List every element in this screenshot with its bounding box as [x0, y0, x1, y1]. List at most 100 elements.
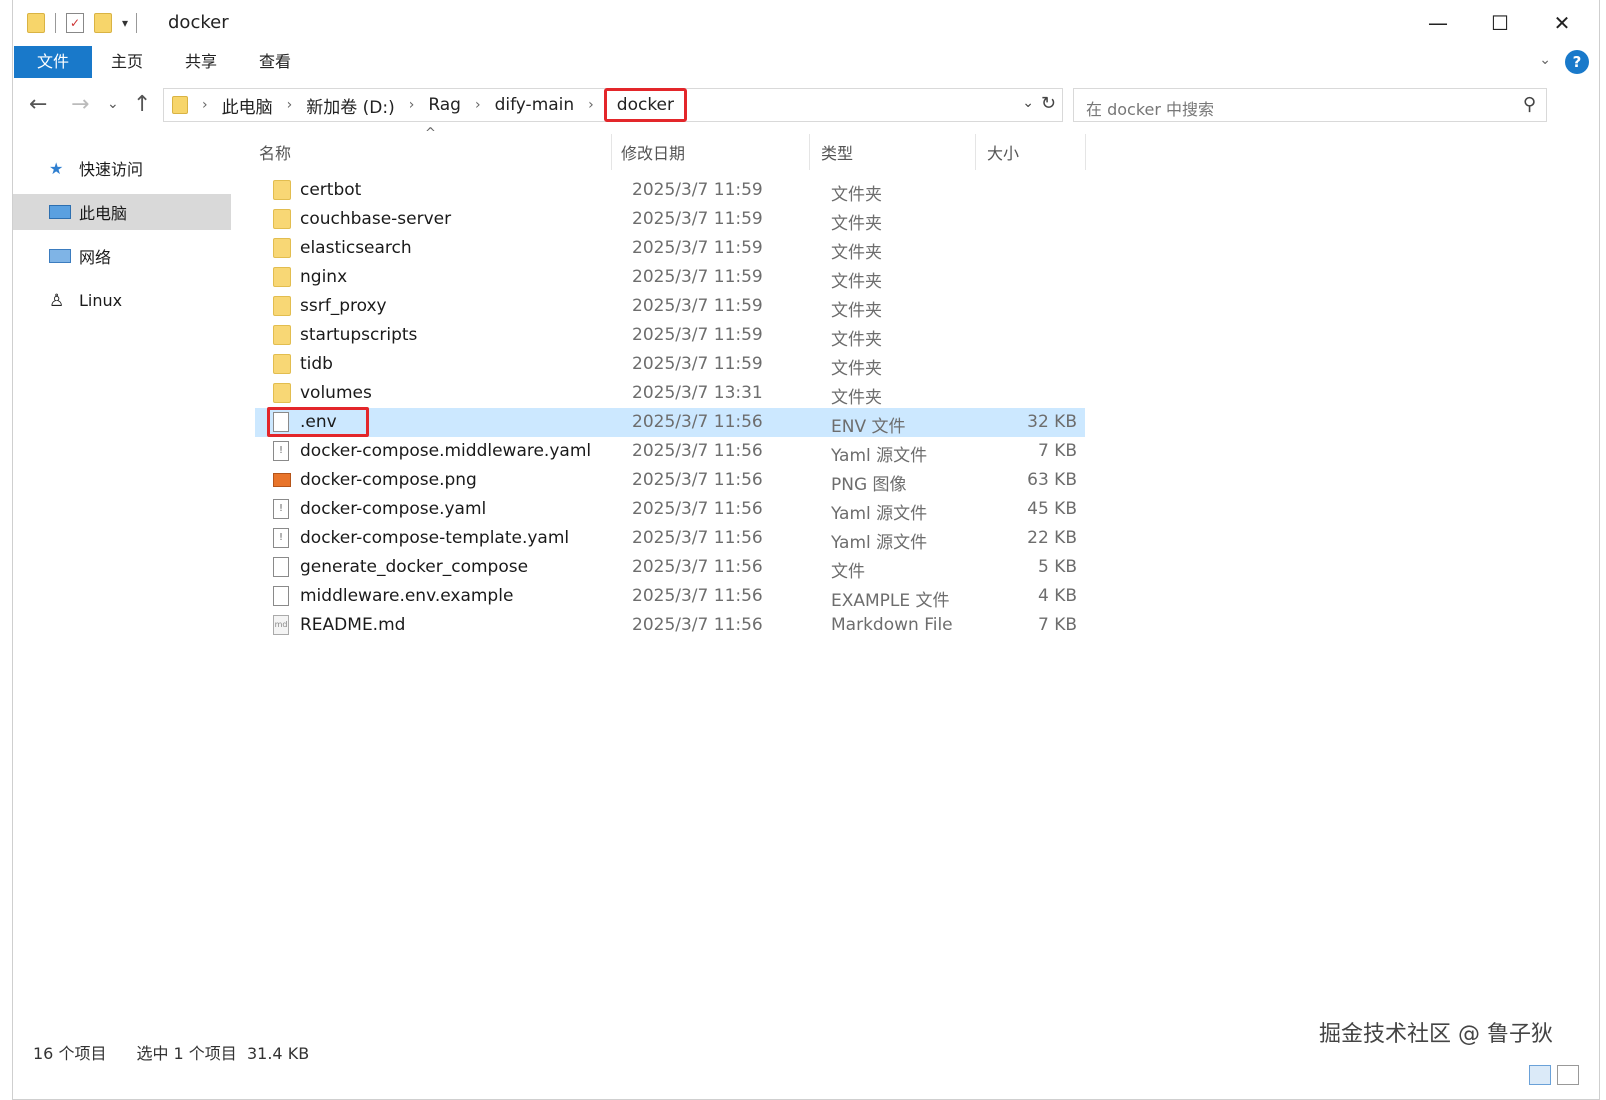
minimize-button[interactable]: —	[1413, 6, 1463, 40]
file-type: Markdown File	[831, 615, 953, 635]
chevron-right-icon[interactable]: ›	[588, 97, 594, 113]
file-date: 2025/3/7 11:59	[632, 325, 763, 345]
address-history-icon[interactable]: ⌄	[1022, 95, 1034, 111]
close-button[interactable]: ✕	[1537, 6, 1587, 40]
tab-file[interactable]: 文件	[14, 46, 92, 78]
file-date: 2025/3/7 11:56	[632, 586, 763, 606]
chevron-right-icon[interactable]: ›	[202, 97, 208, 113]
file-name: .env	[300, 412, 337, 432]
maximize-button[interactable]: ☐	[1475, 6, 1525, 40]
up-arrow-icon[interactable]: ↑	[133, 92, 151, 117]
search-placeholder: 在 docker 中搜索	[1086, 100, 1215, 119]
file-type: 文件夹	[831, 272, 882, 292]
file-type: 文件	[831, 562, 865, 582]
back-arrow-icon[interactable]: ←	[29, 92, 47, 117]
breadcrumb-rag[interactable]: Rag	[428, 95, 461, 115]
file-date: 2025/3/7 11:59	[632, 180, 763, 200]
tab-view[interactable]: 查看	[247, 46, 303, 78]
file-row[interactable]: nginx 2025/3/7 11:59 文件夹	[255, 263, 1085, 292]
sidebar-item-this-pc[interactable]: 此电脑	[13, 194, 231, 230]
file-date: 2025/3/7 11:56	[632, 528, 763, 548]
sidebar-item-label: Linux	[79, 290, 123, 310]
file-row[interactable]: tidb 2025/3/7 11:59 文件夹	[255, 350, 1085, 379]
file-name: middleware.env.example	[300, 586, 514, 606]
file-row[interactable]: ssrf_proxy 2025/3/7 11:59 文件夹	[255, 292, 1085, 321]
file-name: docker-compose.middleware.yaml	[300, 441, 592, 461]
file-row[interactable]: middleware.env.example 2025/3/7 11:56 EXAM…	[255, 582, 1085, 611]
file-date: 2025/3/7 11:59	[632, 354, 763, 374]
breadcrumb-drive-d[interactable]: 新加卷 (D:)	[306, 93, 395, 118]
customize-toolbar-icon[interactable]: ▾	[122, 16, 128, 30]
chevron-right-icon[interactable]: ›	[409, 97, 415, 113]
chevron-right-icon[interactable]: ›	[475, 97, 481, 113]
ribbon-tabs: 文件 主页 共享 查看 ⌄ ?	[13, 46, 1599, 80]
file-row[interactable]: ! docker-compose.middleware.yaml 2025/3/7 …	[255, 437, 1085, 466]
file-size: 4 KB	[1037, 586, 1077, 606]
file-list: ^ 名称 修改日期 类型 大小 certbot 2025/3/7 11:59 文件夹…	[255, 126, 1086, 640]
sidebar-item-label: 快速访问	[79, 160, 144, 179]
address-bar[interactable]: › 此电脑 › 新加卷 (D:) › Rag › dify-main › doc…	[163, 88, 1063, 122]
file-row[interactable]: ! docker-compose.yaml 2025/3/7 11:56 Yaml 源…	[255, 495, 1085, 524]
file-row[interactable]: generate_docker_compose 2025/3/7 11:56 文件 5…	[255, 553, 1085, 582]
chevron-right-icon[interactable]: ›	[287, 97, 293, 113]
file-name: startupscripts	[300, 325, 418, 345]
new-folder-icon[interactable]	[94, 13, 112, 33]
breadcrumb-docker[interactable]: docker	[603, 88, 688, 122]
file-name: tidb	[300, 354, 333, 374]
selection-size: 31.4 KB	[246, 1044, 310, 1063]
column-divider[interactable]	[809, 134, 810, 170]
file-name: generate_docker_compose	[300, 557, 529, 577]
column-header-type[interactable]: 类型	[821, 140, 853, 164]
search-input[interactable]: 在 docker 中搜索 ⚲	[1073, 88, 1547, 122]
folder-icon	[273, 325, 291, 345]
file-date: 2025/3/7 11:59	[632, 267, 763, 287]
column-divider[interactable]	[1085, 134, 1086, 170]
expand-ribbon-icon[interactable]: ⌄	[1539, 52, 1551, 68]
search-icon[interactable]: ⚲	[1523, 94, 1536, 115]
column-header-date[interactable]: 修改日期	[621, 140, 685, 164]
tab-home[interactable]: 主页	[99, 46, 155, 78]
properties-icon[interactable]: ✓	[66, 13, 84, 33]
file-size: 45 KB	[1027, 499, 1077, 519]
file-row[interactable]: docker-compose.png 2025/3/7 11:56 PNG 图像 63…	[255, 466, 1085, 495]
file-type: Yaml 源文件	[831, 533, 928, 553]
file-row[interactable]: elasticsearch 2025/3/7 11:59 文件夹	[255, 234, 1085, 263]
column-divider[interactable]	[975, 134, 976, 170]
forward-arrow-icon[interactable]: →	[71, 92, 89, 117]
breadcrumb-this-pc[interactable]: 此电脑	[222, 93, 273, 118]
sidebar-item-linux[interactable]: ♙ Linux	[13, 282, 231, 318]
breadcrumb-dify-main[interactable]: dify-main	[495, 95, 575, 115]
recent-locations-icon[interactable]: ⌄	[107, 96, 119, 112]
column-header-size[interactable]: 大小	[987, 140, 1019, 164]
file-row[interactable]: md README.md 2025/3/7 11:56 Markdown File 7 …	[255, 611, 1085, 640]
file-type: ENV 文件	[831, 417, 906, 437]
file-row[interactable]: couchbase-server 2025/3/7 11:59 文件夹	[255, 205, 1085, 234]
file-size: 32 KB	[1027, 412, 1077, 432]
file-row[interactable]: volumes 2025/3/7 13:31 文件夹	[255, 379, 1085, 408]
column-header-name[interactable]: 名称	[259, 140, 291, 164]
file-row-selected[interactable]: .env 2025/3/7 11:56 ENV 文件 32 KB	[255, 407, 1085, 437]
file-size: 22 KB	[1027, 528, 1077, 548]
large-icons-view-icon[interactable]	[1557, 1065, 1579, 1085]
help-button[interactable]: ?	[1565, 50, 1589, 74]
tab-share[interactable]: 共享	[173, 46, 229, 78]
file-size: 63 KB	[1027, 470, 1077, 490]
refresh-icon[interactable]: ↻	[1041, 93, 1056, 114]
file-row[interactable]: startupscripts 2025/3/7 11:59 文件夹	[255, 321, 1085, 350]
sidebar-item-quick-access[interactable]: ★ 快速访问	[13, 150, 231, 186]
file-date: 2025/3/7 11:59	[632, 296, 763, 316]
file-icon	[273, 557, 291, 577]
file-name: volumes	[300, 383, 372, 403]
file-name: certbot	[300, 180, 362, 200]
column-divider[interactable]	[611, 134, 612, 170]
status-bar: 16 个项目 选中 1 个项目 31.4 KB	[33, 1040, 309, 1064]
file-name: docker-compose.yaml	[300, 499, 487, 519]
toolbar-divider	[136, 13, 138, 33]
watermark-text: 掘金技术社区 @ 鲁子狄	[1319, 1022, 1553, 1047]
markdown-icon: md	[273, 615, 291, 635]
sidebar-item-network[interactable]: 网络	[13, 238, 231, 274]
folder-icon	[273, 354, 291, 374]
file-row[interactable]: ! docker-compose-template.yaml 2025/3/7 11…	[255, 524, 1085, 553]
details-view-icon[interactable]	[1529, 1065, 1551, 1085]
file-row[interactable]: certbot 2025/3/7 11:59 文件夹	[255, 176, 1085, 205]
